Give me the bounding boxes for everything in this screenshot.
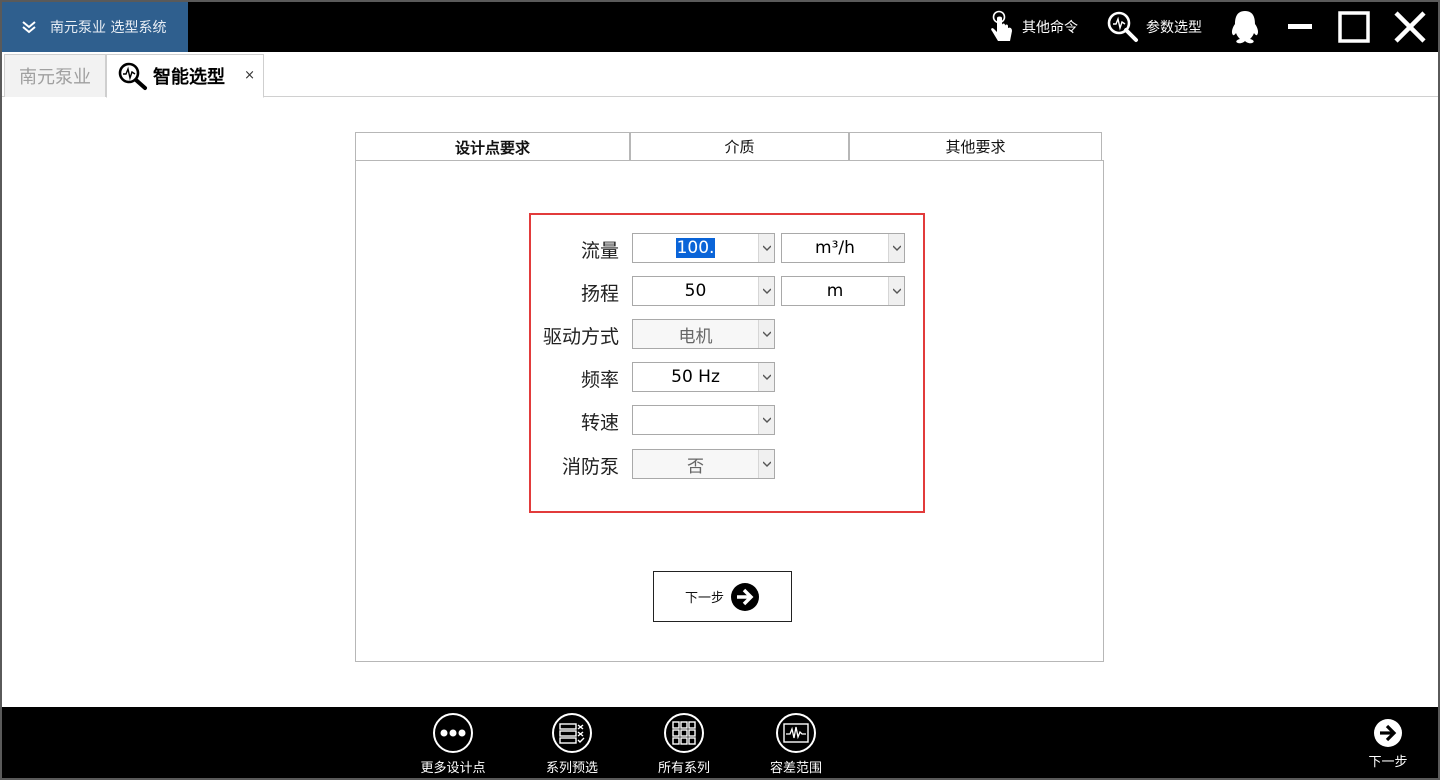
- flow-input[interactable]: 100.: [632, 233, 775, 263]
- hand-pointer-icon: [991, 10, 1012, 41]
- penguin-icon: [1231, 11, 1259, 44]
- speed-label: 转速: [580, 412, 619, 434]
- tab-medium[interactable]: 介质: [630, 132, 849, 161]
- app-title: 南元泵业 选型系统: [50, 20, 167, 36]
- frequency-label: 频率: [580, 369, 619, 391]
- chevron-down-icon[interactable]: [888, 234, 904, 262]
- flow-unit-value: m³/h: [815, 238, 855, 258]
- waveform-icon: [776, 713, 816, 753]
- frequency-value: 50 Hz: [671, 367, 720, 387]
- fire-pump-value: 否: [687, 456, 704, 477]
- other-commands-label: 其他命令: [1022, 20, 1078, 36]
- frequency-row: 频率 50 Hz: [531, 362, 927, 392]
- speed-row: 转速: [531, 405, 927, 435]
- chevron-down-icon[interactable]: [758, 234, 774, 262]
- bottom-next-step-button[interactable]: 下一步: [1346, 713, 1430, 775]
- next-step-button[interactable]: 下一步: [653, 571, 792, 622]
- chevron-down-icon[interactable]: [758, 363, 774, 391]
- head-input[interactable]: 50: [632, 276, 775, 306]
- arrow-right-circle-icon: [731, 582, 759, 611]
- tab-close-icon[interactable]: ×: [244, 68, 255, 83]
- close-window-button[interactable]: [1392, 2, 1434, 52]
- tolerance-range-button[interactable]: 容差范围: [746, 713, 846, 776]
- flow-value: 100.: [675, 238, 716, 258]
- all-series-label: 所有系列: [657, 761, 710, 776]
- head-unit-value: m: [826, 281, 844, 301]
- param-select-label: 参数选型: [1146, 20, 1202, 36]
- tolerance-range-label: 容差范围: [769, 761, 822, 776]
- head-value: 50: [684, 281, 707, 301]
- tab-home-label: 南元泵业: [19, 67, 91, 88]
- fire-pump-row: 消防泵 否: [531, 449, 927, 479]
- head-label: 扬程: [580, 283, 619, 305]
- flow-label: 流量: [580, 240, 619, 262]
- search-pulse-icon: [1107, 11, 1138, 42]
- flow-row: 流量 100. m³/h: [531, 233, 927, 263]
- grid-icon: [664, 713, 704, 753]
- maximize-icon: [1338, 11, 1370, 43]
- bottom-next-step-label: 下一步: [1368, 755, 1408, 770]
- more-dots-icon: [433, 713, 473, 753]
- checklist-icon: [552, 713, 592, 753]
- bottom-toolbar: 更多设计点 系列预选 所有系列 容差范围 下一步: [2, 707, 1438, 778]
- design-point-form: 流量 100. m³/h 扬程 50 m 驱动方式 电机 频率 50 Hz 转速…: [529, 213, 925, 513]
- title-bar: 南元泵业 选型系统 其他命令 参数选型: [2, 2, 1438, 52]
- maximize-button[interactable]: [1337, 2, 1377, 52]
- chevron-down-icon[interactable]: [758, 277, 774, 305]
- all-series-button[interactable]: 所有系列: [634, 713, 734, 776]
- more-design-points-button[interactable]: 更多设计点: [403, 713, 503, 776]
- chevron-down-icon[interactable]: [758, 450, 774, 478]
- app-menu-button[interactable]: 南元泵业 选型系统: [2, 2, 188, 52]
- series-preselect-button[interactable]: 系列预选: [522, 713, 622, 776]
- search-pulse-icon: [118, 62, 147, 90]
- tab-other-requirements[interactable]: 其他要求: [849, 132, 1102, 161]
- tab-home[interactable]: 南元泵业: [4, 54, 106, 97]
- minimize-icon: [1288, 24, 1312, 29]
- tab-design-point[interactable]: 设计点要求: [355, 132, 630, 162]
- document-tab-strip: 南元泵业 智能选型 ×: [2, 52, 1438, 98]
- app-window: 南元泵业 选型系统 其他命令 参数选型 南元泵业 智能选型 × 设计点要求 介质…: [0, 0, 1440, 780]
- chevron-down-icon[interactable]: [758, 320, 774, 348]
- speed-select[interactable]: [632, 405, 775, 435]
- drive-label: 驱动方式: [542, 326, 619, 348]
- fire-pump-label: 消防泵: [561, 456, 619, 478]
- chevron-down-icon[interactable]: [758, 406, 774, 434]
- minimize-button[interactable]: [1286, 2, 1320, 52]
- arrow-right-circle-icon: [1374, 719, 1402, 747]
- more-design-points-label: 更多设计点: [420, 761, 486, 776]
- series-preselect-label: 系列预选: [545, 761, 598, 776]
- flow-unit-select[interactable]: m³/h: [781, 233, 905, 263]
- fire-pump-select[interactable]: 否: [632, 449, 775, 479]
- drive-select[interactable]: 电机: [632, 319, 775, 349]
- frequency-select[interactable]: 50 Hz: [632, 362, 775, 392]
- close-icon: [1394, 11, 1426, 43]
- param-select-button[interactable]: 参数选型: [1106, 2, 1202, 52]
- speed-value: [633, 406, 758, 434]
- chevron-down-icon[interactable]: [888, 277, 904, 305]
- drive-value: 电机: [678, 326, 713, 347]
- head-row: 扬程 50 m: [531, 276, 927, 306]
- head-unit-select[interactable]: m: [781, 276, 905, 306]
- drive-row: 驱动方式 电机: [531, 319, 927, 349]
- qq-button[interactable]: [1228, 2, 1268, 52]
- other-commands-button[interactable]: 其他命令: [988, 2, 1078, 52]
- double-chevron-down-icon: [22, 21, 36, 34]
- next-step-label: 下一步: [684, 591, 724, 606]
- tab-smart-select[interactable]: 智能选型 ×: [106, 54, 264, 98]
- tab-smart-label: 智能选型: [153, 67, 225, 88]
